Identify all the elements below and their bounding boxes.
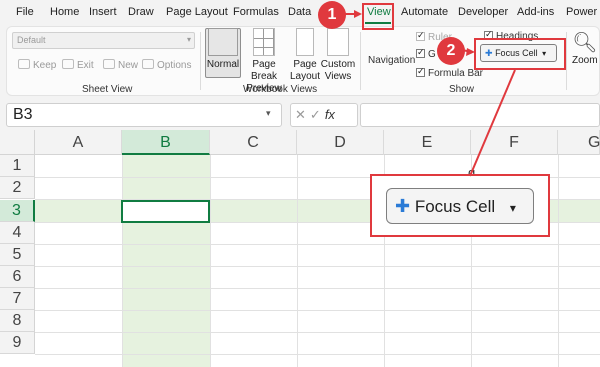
step-badge-1: 1 bbox=[318, 1, 346, 29]
annotation-arrows bbox=[342, 10, 516, 177]
step-badge-2: 2 bbox=[437, 37, 465, 65]
arrow-2-head bbox=[466, 48, 475, 56]
connector-line bbox=[469, 69, 516, 177]
arrow-1-head bbox=[354, 10, 362, 18]
